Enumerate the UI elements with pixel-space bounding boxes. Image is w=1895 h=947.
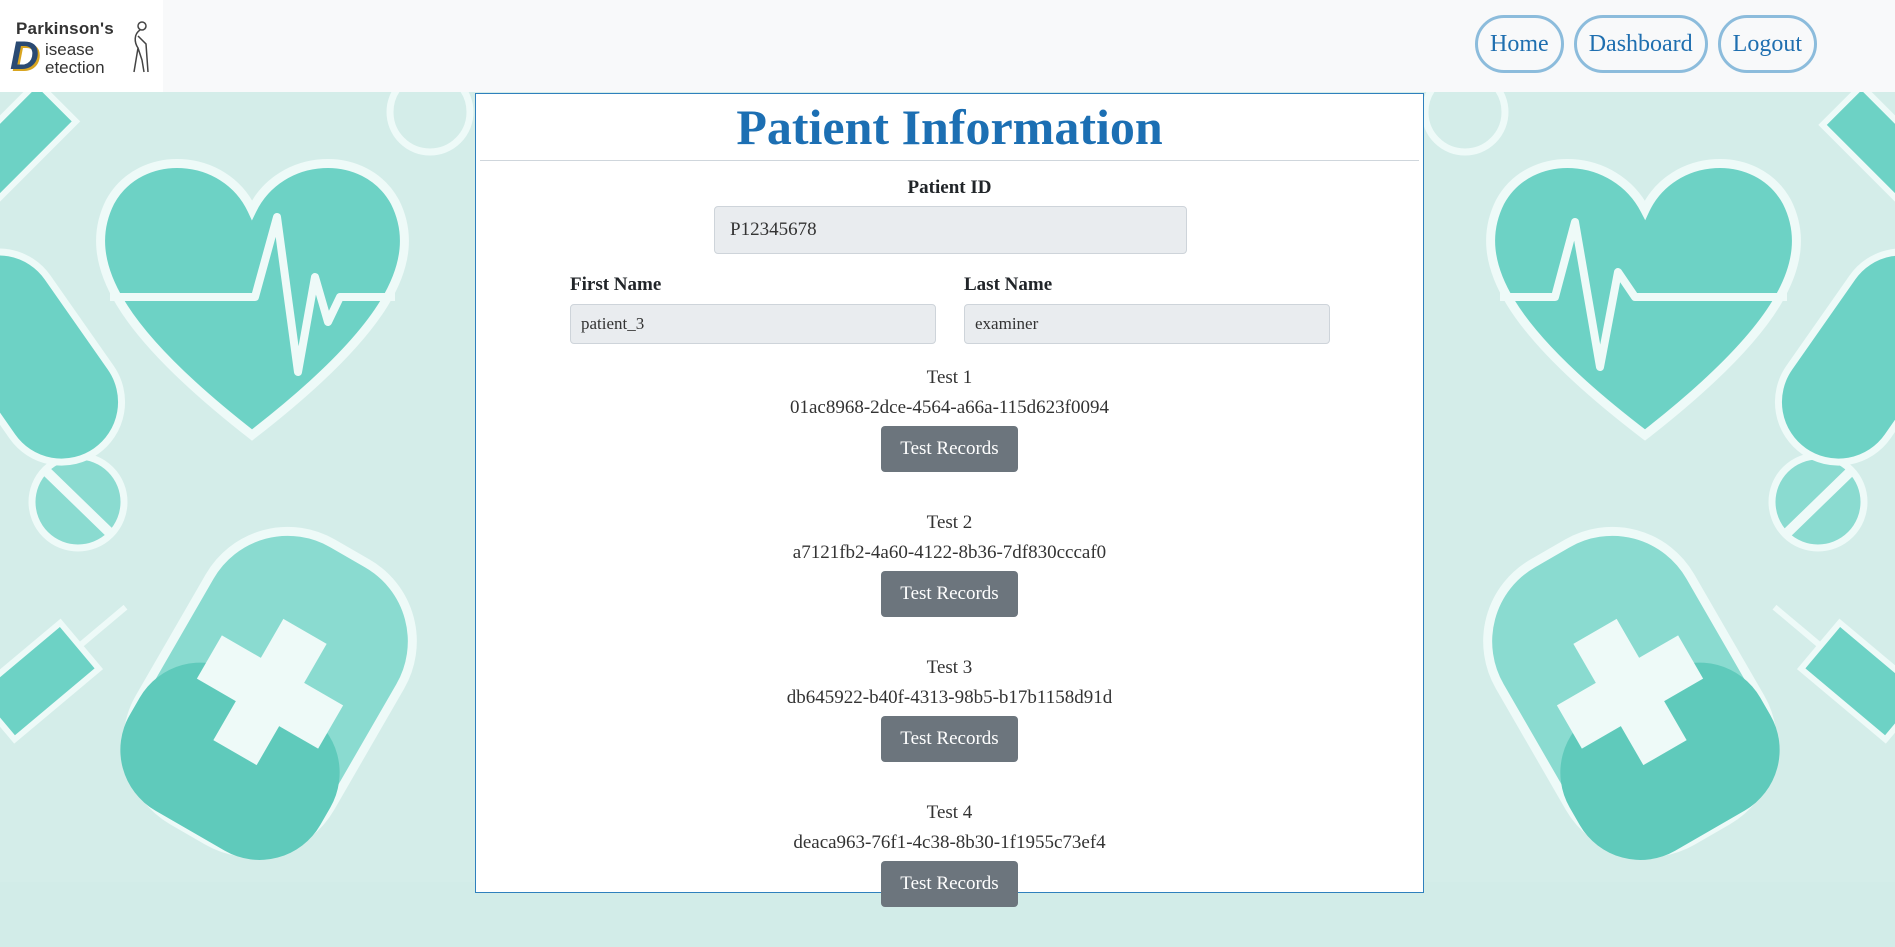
last-name-input[interactable] — [964, 304, 1330, 344]
test-label: Test 3 — [926, 657, 973, 678]
pill-icon — [1768, 452, 1868, 552]
patient-id-input[interactable] — [714, 206, 1187, 254]
pill-icon — [28, 452, 128, 552]
nav-home-button[interactable]: Home — [1475, 15, 1564, 73]
site-logo[interactable]: Parkinson's D isease etection — [0, 0, 163, 92]
test-label: Test 1 — [926, 367, 973, 388]
patient-id-label: Patient ID — [907, 177, 992, 198]
test-item: Test 3 db645922-b40f-4313-98b5-b17b1158d… — [476, 657, 1423, 802]
test-records-button[interactable]: Test Records — [881, 861, 1018, 907]
logo-line-3: etection — [45, 58, 105, 77]
test-id: deaca963-76f1-4c38-8b30-1f1955c73ef4 — [793, 832, 1106, 853]
test-id: 01ac8968-2dce-4564-a66a-115d623f0094 — [789, 397, 1110, 418]
patient-info-card: Patient Information Patient ID First Nam… — [475, 93, 1424, 907]
nav-dashboard-button[interactable]: Dashboard — [1573, 15, 1708, 73]
first-name-input[interactable] — [570, 304, 936, 344]
test-item: Test 2 a7121fb2-4a60-4122-8b36-7df830ccc… — [476, 512, 1423, 657]
test-item: Test 4 deaca963-76f1-4c38-8b30-1f1955c73… — [476, 802, 1423, 947]
nav-logout-button[interactable]: Logout — [1717, 15, 1817, 73]
last-name-label: Last Name — [964, 274, 1053, 295]
test-label: Test 2 — [926, 512, 973, 533]
test-label: Test 4 — [926, 802, 973, 823]
test-item: Test 1 01ac8968-2dce-4564-a66a-115d623f0… — [476, 367, 1423, 512]
test-id: a7121fb2-4a60-4122-8b36-7df830cccaf0 — [792, 542, 1107, 563]
title-divider — [480, 160, 1419, 161]
test-records-button[interactable]: Test Records — [881, 426, 1018, 472]
test-id: db645922-b40f-4313-98b5-b17b1158d91d — [786, 687, 1113, 708]
test-list: Test 1 01ac8968-2dce-4564-a66a-115d623f0… — [476, 367, 1423, 947]
nav-menu: Home Dashboard Logout — [1475, 15, 1817, 73]
elderly-person-cane-icon — [133, 21, 149, 73]
logo-line-2: isease — [45, 40, 95, 59]
top-navbar: Parkinson's D isease etection Home Dashb… — [0, 0, 1895, 92]
logo-initial: D — [10, 34, 39, 78]
first-name-label: First Name — [570, 274, 662, 295]
page-title: Patient Information — [736, 99, 1163, 155]
test-records-button[interactable]: Test Records — [881, 716, 1018, 762]
test-records-button[interactable]: Test Records — [881, 571, 1018, 617]
